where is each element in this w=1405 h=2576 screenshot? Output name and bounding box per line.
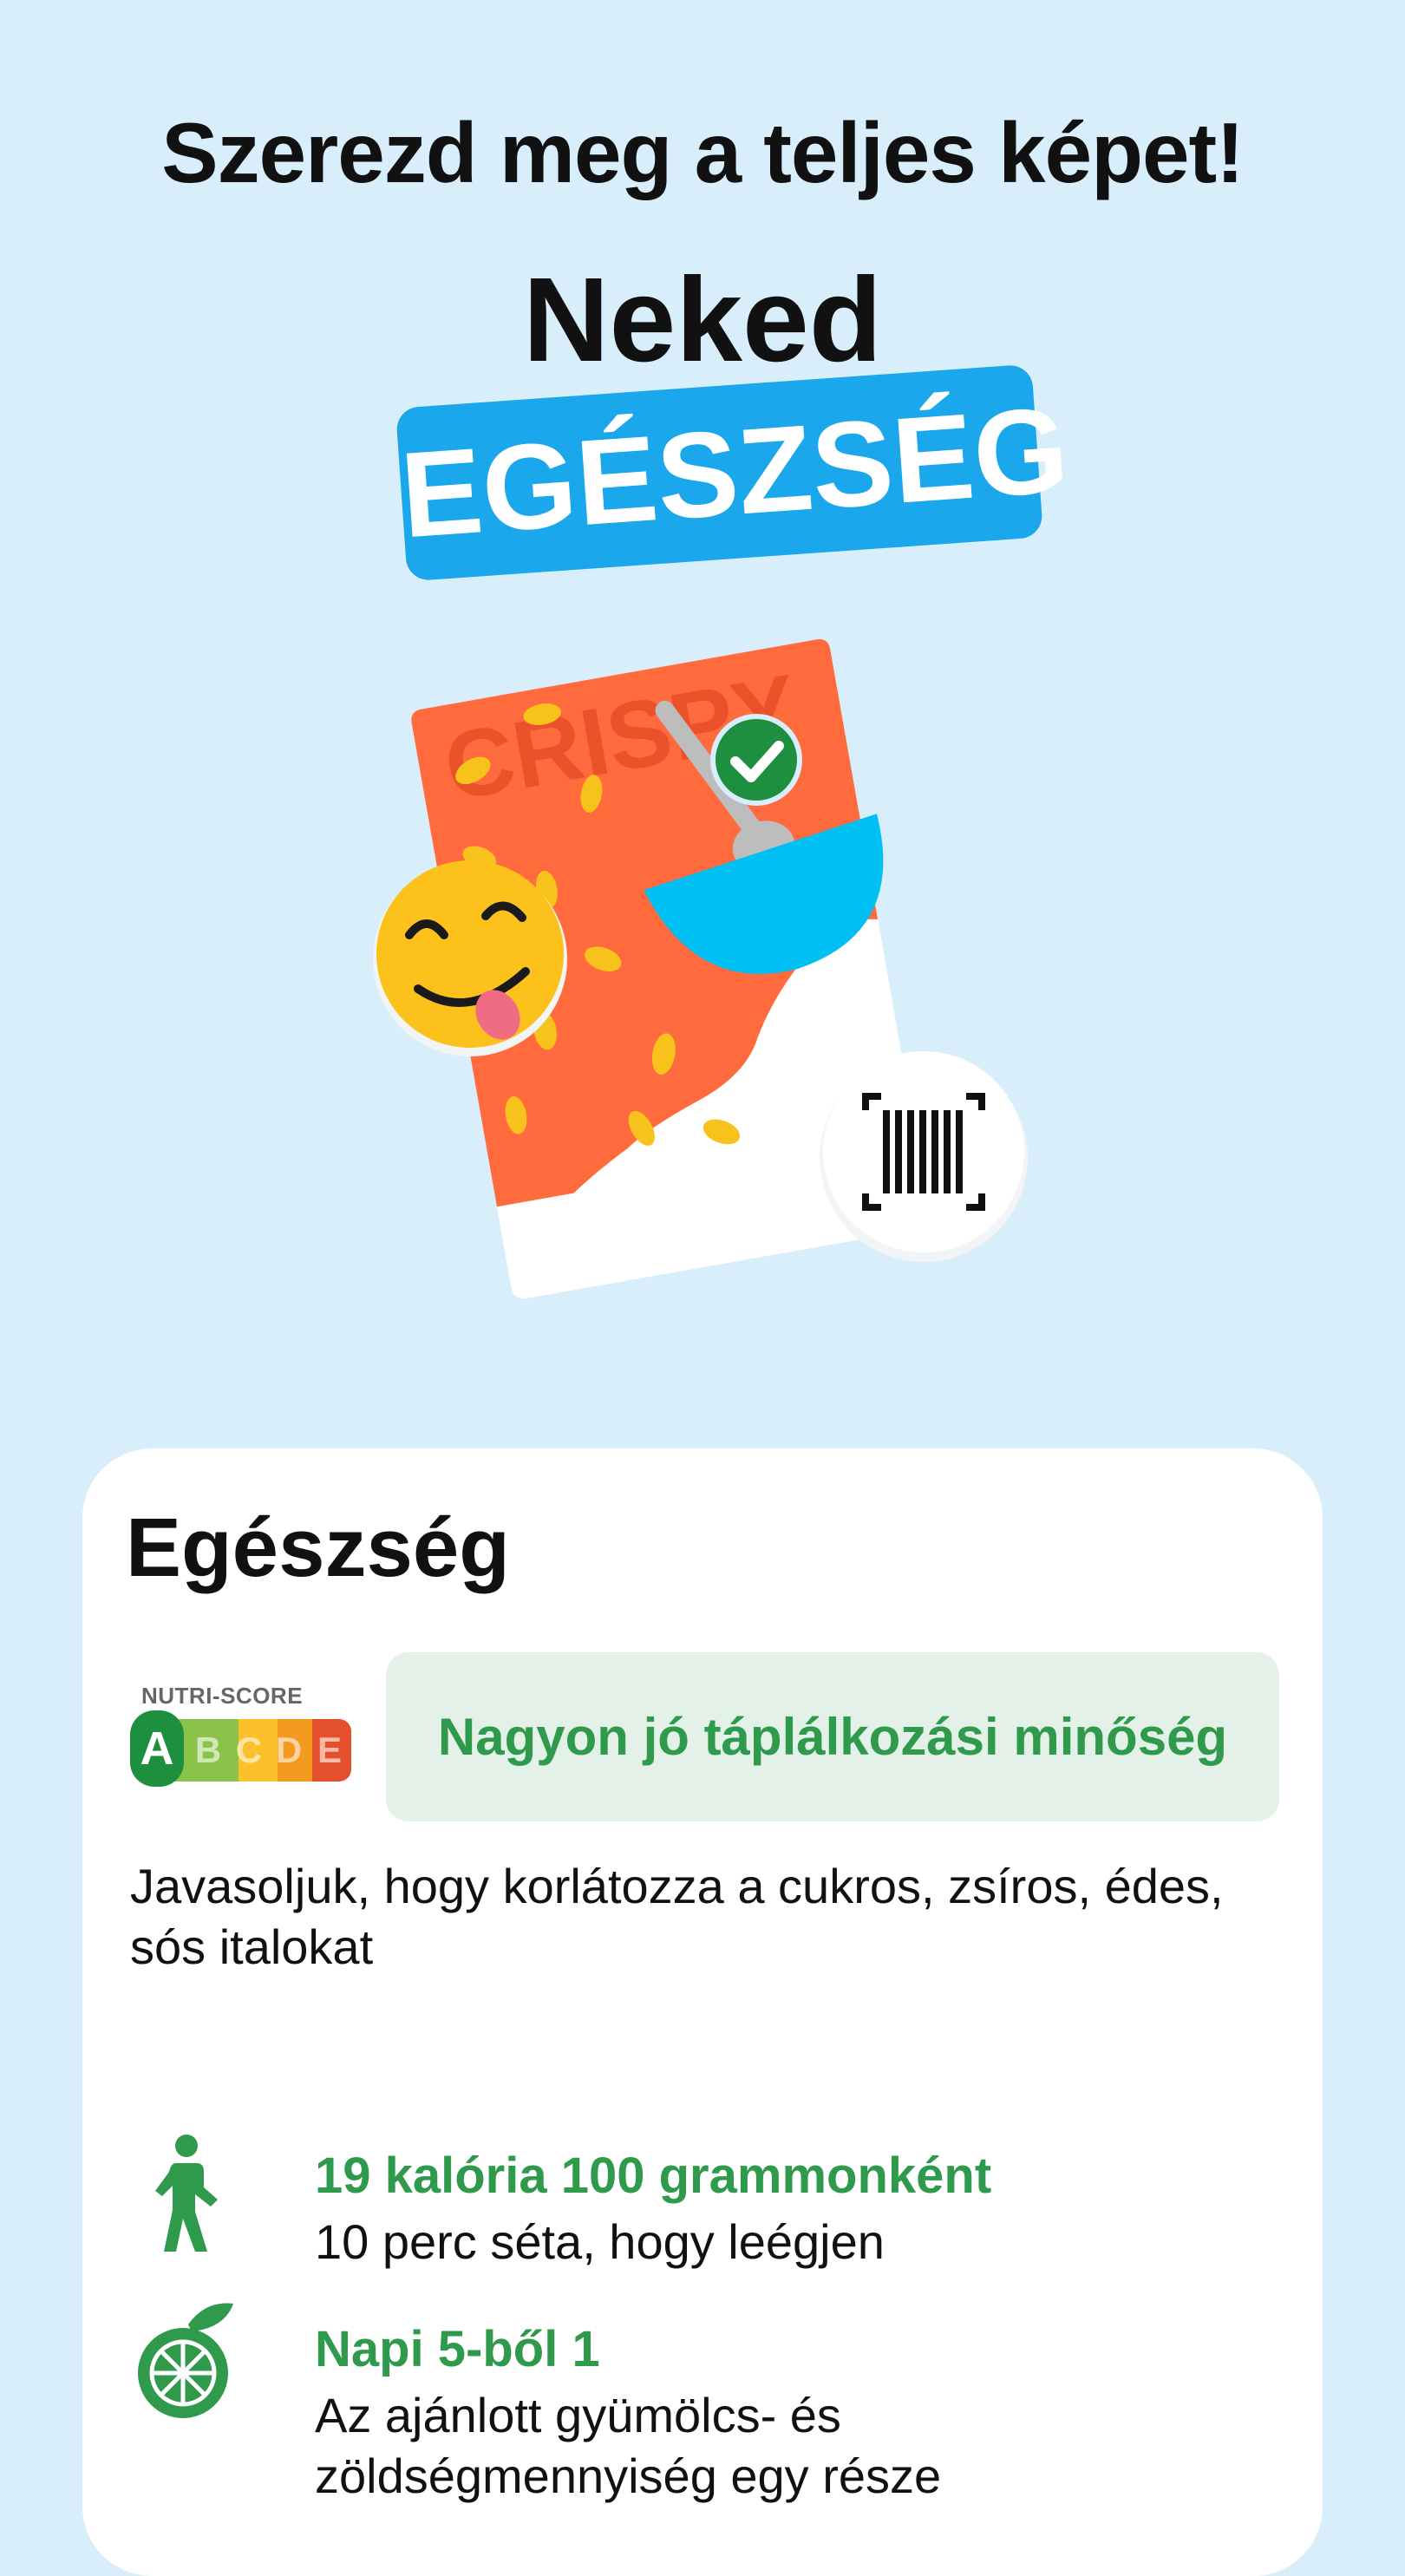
health-card: Egészség NUTRI-SCORE A B C D E Nagyon jó… xyxy=(82,1448,1323,2576)
nutri-grade-e: E xyxy=(317,1729,342,1770)
walking-person-icon xyxy=(155,2135,218,2252)
barcode-scan-icon xyxy=(820,1051,1028,1262)
calorie-title: 19 kalória 100 grammonként xyxy=(315,2148,992,2204)
advice-text: Javasoljuk, hogy korlátozza a cukros, zs… xyxy=(130,1859,1224,1974)
nutri-grade-b: B xyxy=(195,1729,221,1770)
orange-fruit-icon xyxy=(138,2303,233,2418)
highlight-text: EGÉSZSÉG xyxy=(396,381,1073,564)
score-description: Nagyon jó táplálkozási minőség xyxy=(386,1652,1279,1821)
score-text: Nagyon jó táplálkozási minőség xyxy=(437,1708,1228,1766)
nutri-grade-a: A xyxy=(140,1723,174,1775)
calorie-text: 10 perc séta, hogy leégjen xyxy=(315,2214,885,2269)
fruit-text: Az ajánlott gyümölcs- és zöldségmennyisé… xyxy=(315,2388,942,2503)
card-title: Egészség xyxy=(126,1501,510,1594)
nutri-score-label: NUTRI-SCORE xyxy=(141,1683,304,1709)
headline: Szerezd meg a teljes képet! xyxy=(161,105,1245,200)
nutri-grade-c: C xyxy=(236,1729,262,1770)
checkmark-icon xyxy=(710,714,802,806)
smiling-tongue-emoji-icon xyxy=(373,860,567,1056)
highlight-pill: EGÉSZSÉG xyxy=(395,363,1073,582)
nutri-score-badge: A B C D E xyxy=(130,1710,351,1787)
subtitle: Neked xyxy=(522,253,883,387)
fruit-title: Napi 5-ből 1 xyxy=(315,2321,600,2377)
health-illustration: CRISPY xyxy=(373,639,1028,1299)
nutri-grade-d: D xyxy=(276,1729,302,1770)
